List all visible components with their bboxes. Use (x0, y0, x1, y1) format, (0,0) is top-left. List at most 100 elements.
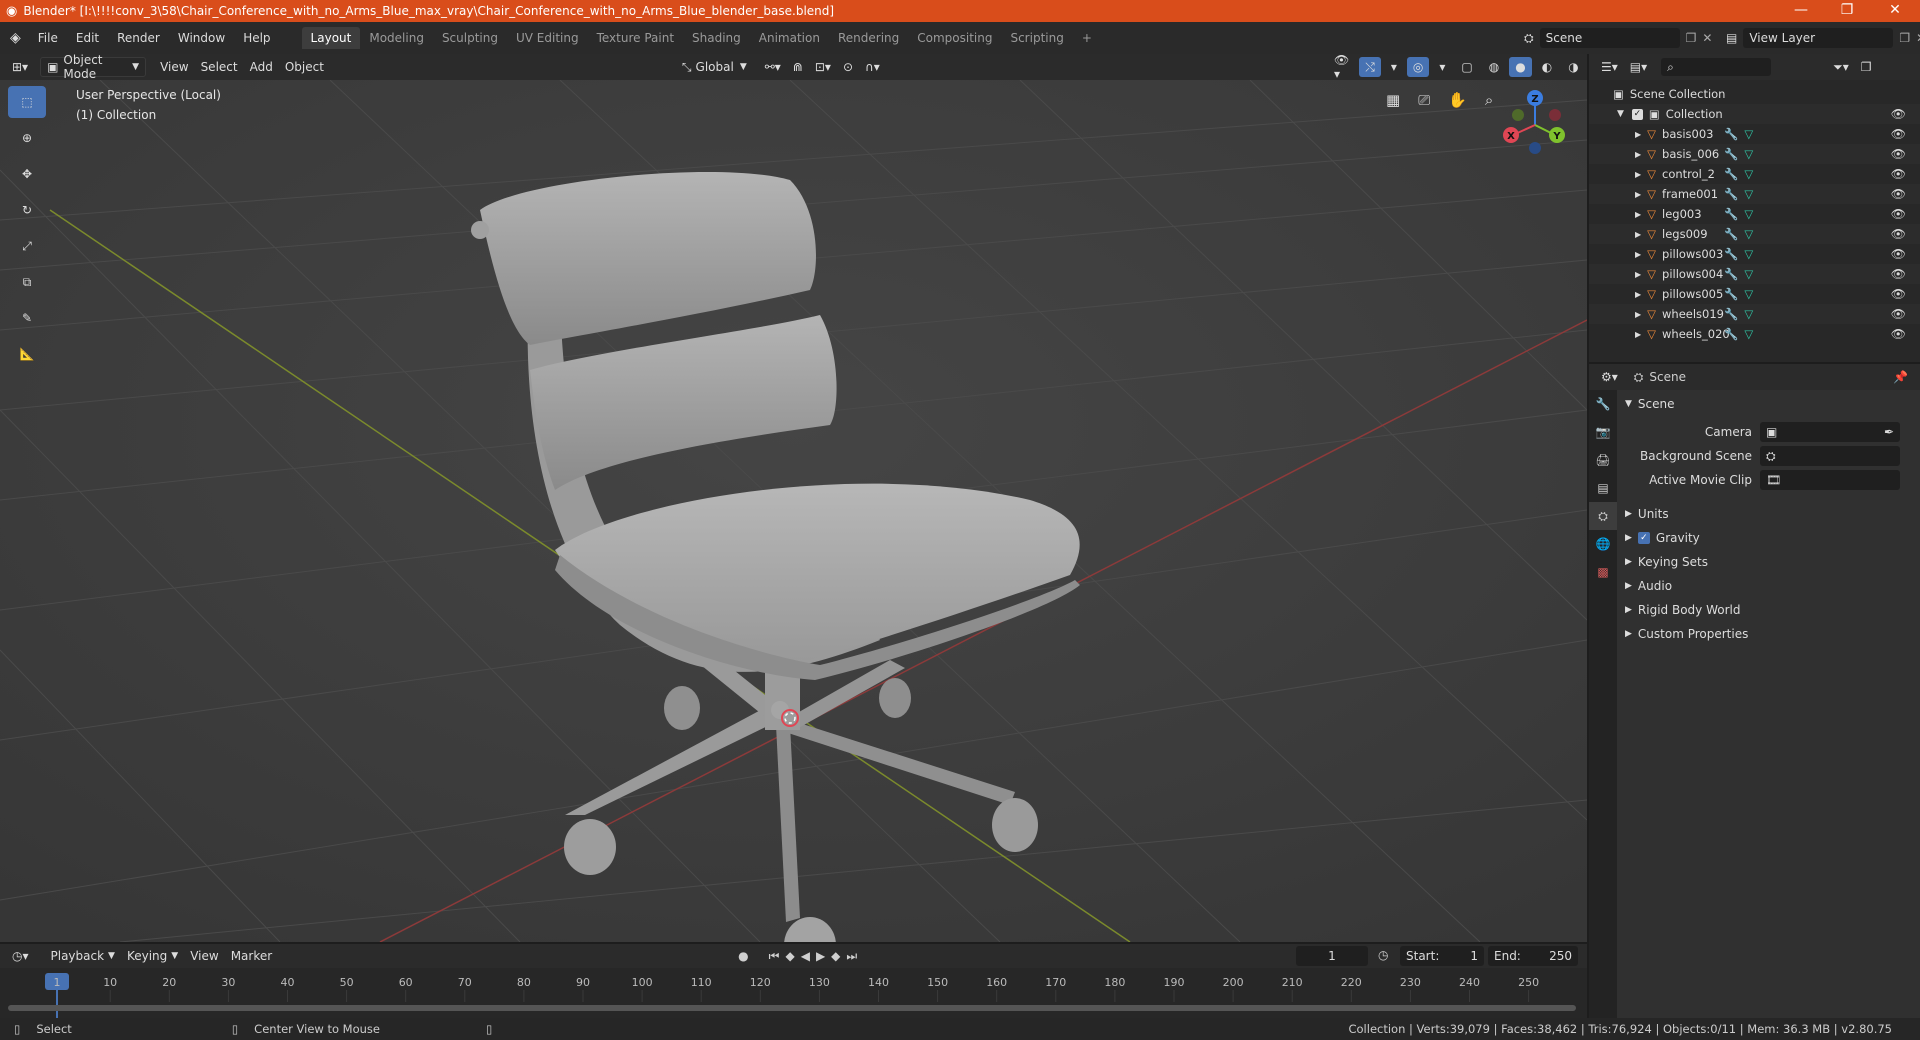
disclosure-triangle-icon[interactable]: ▶ (1635, 230, 1641, 239)
disclosure-triangle-icon[interactable]: ▶ (1635, 250, 1641, 259)
tab-scripting[interactable]: Scripting (1001, 27, 1072, 49)
modifier-icon[interactable]: 🔧 (1724, 227, 1738, 241)
outliner-object-row[interactable]: ▶ ▽ wheels_020 🔧 ▽ 👁 (1589, 324, 1920, 344)
disclosure-triangle-icon[interactable]: ▶ (1635, 210, 1641, 219)
tab-compositing[interactable]: Compositing (908, 27, 1001, 49)
menu-add[interactable]: Add (244, 57, 279, 77)
proportional-edit-icon[interactable]: ⊙ (837, 57, 859, 77)
outliner-object-row[interactable]: ▶ ▽ frame001 🔧 ▽ 👁 (1589, 184, 1920, 204)
mesh-data-icon[interactable]: ▽ (1744, 207, 1753, 221)
view-layer-tab-icon[interactable]: ▤ (1589, 474, 1617, 502)
modifier-icon[interactable]: 🔧 (1724, 327, 1738, 341)
rendered-shading-icon[interactable]: ◑ (1562, 57, 1584, 77)
outliner-editor-type-icon[interactable]: ☰▾ (1595, 57, 1624, 77)
output-tab-icon[interactable]: 🖨 (1589, 446, 1617, 474)
camera-view-icon[interactable]: ⎚ (1412, 90, 1436, 110)
eye-icon[interactable]: 👁 (1891, 267, 1906, 281)
disclosure-triangle-icon[interactable]: ▶ (1635, 150, 1641, 159)
mesh-data-icon[interactable]: ▽ (1744, 147, 1753, 161)
record-icon[interactable]: ● (738, 949, 748, 963)
timeline-scrollbar[interactable] (8, 1005, 1576, 1011)
eye-icon[interactable]: 👁 (1891, 247, 1906, 261)
eye-icon[interactable]: 👁 (1891, 307, 1906, 321)
scene-field[interactable]: Scene (1539, 28, 1680, 48)
include-checkbox[interactable]: ✓ (1631, 108, 1643, 120)
disclosure-triangle-icon[interactable]: ▼ (1617, 109, 1624, 119)
view-layer-icon[interactable]: ▤ (1726, 31, 1737, 45)
outliner-object-row[interactable]: ▶ ▽ control_2 🔧 ▽ 👁 (1589, 164, 1920, 184)
modifier-icon[interactable]: 🔧 (1724, 287, 1738, 301)
menu-edit[interactable]: Edit (67, 31, 108, 45)
timeline-editor-type-icon[interactable]: ◷▾ (6, 946, 35, 966)
gravity-checkbox[interactable]: ✓ (1637, 532, 1650, 544)
gizmo-menu-icon[interactable]: ▾ (1385, 57, 1403, 77)
visibility-icon[interactable]: 👁▾ (1328, 53, 1355, 81)
menu-window[interactable]: Window (169, 31, 234, 45)
eye-icon[interactable]: 👁 (1891, 227, 1906, 241)
disclosure-triangle-icon[interactable]: ▶ (1635, 130, 1641, 139)
play-reverse-icon[interactable]: ◀ (801, 949, 810, 963)
eye-icon[interactable]: 👁 (1891, 127, 1906, 141)
mesh-data-icon[interactable]: ▽ (1744, 227, 1753, 241)
keying-sets-panel-header[interactable]: ▶ Keying Sets (1617, 550, 1920, 574)
mesh-data-icon[interactable]: ▽ (1744, 247, 1753, 261)
snap-icon[interactable]: ⋒ (787, 57, 809, 77)
mesh-data-icon[interactable]: ▽ (1744, 127, 1753, 141)
menu-help[interactable]: Help (234, 31, 279, 45)
scale-tool[interactable]: ⤢ (8, 230, 46, 262)
tab-modeling[interactable]: Modeling (360, 27, 433, 49)
camera-field[interactable]: ▣ ✒ (1760, 422, 1900, 442)
maximize-button[interactable]: ❐ (1824, 0, 1870, 22)
previous-keyframe-icon[interactable]: ◆ (785, 949, 794, 963)
mode-selector[interactable]: ▣ Object Mode ▼ (40, 53, 147, 81)
outliner-search-input[interactable]: ⌕ (1661, 58, 1772, 76)
outliner-object-row[interactable]: ▶ ▽ leg003 🔧 ▽ 👁 (1589, 204, 1920, 224)
overlay-toggle-icon[interactable]: ◎ (1406, 57, 1430, 77)
jump-end-icon[interactable]: ⏭ (846, 949, 857, 964)
tab-animation[interactable]: Animation (750, 27, 829, 49)
outliner-object-row[interactable]: ▶ ▽ legs009 🔧 ▽ 👁 (1589, 224, 1920, 244)
modifier-icon[interactable]: 🔧 (1724, 127, 1738, 141)
select-box-tool[interactable]: ⬚ (8, 86, 46, 118)
material-shading-icon[interactable]: ◐ (1536, 57, 1558, 77)
editor-type-icon[interactable]: ⊞▾ (6, 57, 34, 77)
3d-viewport[interactable]: User Perspective (Local) (1) Collection … (0, 80, 1587, 942)
background-scene-field[interactable]: ⛭ (1760, 446, 1900, 466)
menu-file[interactable]: File (29, 31, 67, 45)
menu-marker[interactable]: Marker (225, 946, 278, 966)
add-workspace-button[interactable]: + (1073, 27, 1101, 49)
active-movie-clip-field[interactable]: 🎞 (1760, 470, 1900, 490)
modifier-icon[interactable]: 🔧 (1724, 247, 1738, 261)
render-tab-icon[interactable]: 📷 (1589, 418, 1617, 446)
new-collection-icon[interactable]: ❐ (1855, 57, 1878, 77)
close-button[interactable]: ✕ (1872, 0, 1918, 22)
eye-icon[interactable]: 👁 (1891, 207, 1906, 221)
overlay-menu-icon[interactable]: ▾ (1433, 57, 1451, 77)
modifier-icon[interactable]: 🔧 (1724, 187, 1738, 201)
audio-panel-header[interactable]: ▶ Audio (1617, 574, 1920, 598)
disclosure-triangle-icon[interactable]: ▶ (1635, 310, 1641, 319)
navigation-gizmo[interactable]: Z Y X (1497, 85, 1573, 165)
menu-view[interactable]: View (154, 57, 194, 77)
outliner-object-row[interactable]: ▶ ▽ pillows005 🔧 ▽ 👁 (1589, 284, 1920, 304)
disclosure-triangle-icon[interactable]: ▶ (1635, 270, 1641, 279)
falloff-icon[interactable]: ∩▾ (859, 57, 886, 77)
mesh-data-icon[interactable]: ▽ (1744, 307, 1753, 321)
properties-editor-type-icon[interactable]: ⚙▾ (1595, 367, 1624, 387)
preview-range-icon[interactable]: ◷ (1378, 948, 1388, 962)
mesh-data-icon[interactable]: ▽ (1744, 267, 1753, 281)
snap-target-icon[interactable]: ⊡▾ (809, 57, 837, 77)
annotate-tool[interactable]: ✎ (8, 302, 46, 334)
modifier-icon[interactable]: 🔧 (1724, 307, 1738, 321)
scene-collection-row[interactable]: ▣ Scene Collection (1589, 84, 1920, 104)
eye-icon[interactable]: 👁 (1891, 327, 1906, 341)
end-frame-field[interactable]: End: 250 (1488, 946, 1578, 966)
pivot-icon[interactable]: ⚯▾ (759, 57, 787, 77)
transform-tool[interactable]: ⧉ (8, 266, 46, 298)
pin-icon[interactable]: 📌 (1893, 370, 1908, 384)
solid-shading-icon[interactable]: ● (1509, 57, 1532, 77)
remove-view-layer-icon[interactable]: ✕ (1916, 31, 1920, 45)
view-layer-field[interactable]: View Layer (1743, 28, 1894, 48)
rotate-tool[interactable]: ↻ (8, 194, 46, 226)
grid-view-icon[interactable]: ▦ (1380, 90, 1406, 110)
